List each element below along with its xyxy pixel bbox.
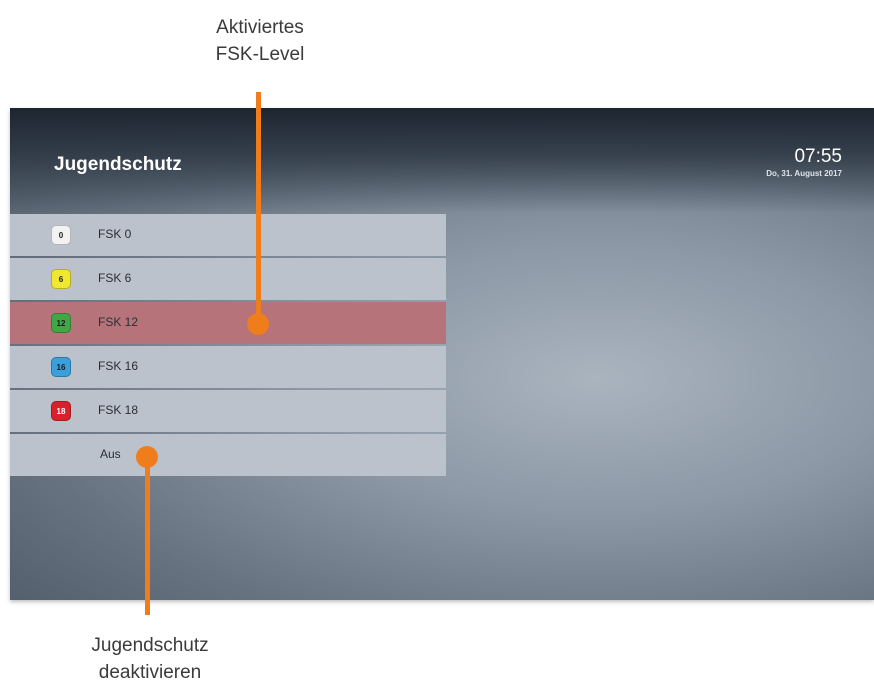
fsk-6-icon: 6: [51, 269, 71, 289]
callout-line-off: [145, 455, 150, 615]
callout-line-active: [256, 92, 261, 322]
menu-item-label: FSK 0: [98, 227, 132, 241]
fsk-12-icon: 12: [51, 313, 71, 333]
fsk-0-icon: 0: [51, 225, 71, 245]
menu-item-fsk-0[interactable]: 0 FSK 0: [10, 214, 446, 256]
menu-item-fsk-6[interactable]: 6 FSK 6: [10, 258, 446, 300]
fsk-16-icon: 16: [51, 357, 71, 377]
menu-item-label: FSK 6: [98, 271, 132, 285]
clock-time: 07:55: [794, 146, 842, 167]
menu-item-fsk-18[interactable]: 18 FSK 18: [10, 390, 446, 432]
menu-item-fsk-16[interactable]: 16 FSK 16: [10, 346, 446, 388]
menu-item-label: FSK 16: [98, 359, 139, 373]
fsk-menu: 0 FSK 0 6 FSK 6 12 FSK 12 16 FSK 16 18 F…: [10, 214, 446, 478]
menu-item-off[interactable]: Aus: [10, 434, 446, 476]
menu-item-label: FSK 18: [98, 403, 139, 417]
callout-dot-active: [247, 313, 269, 335]
annotation-disable: Jugendschutz deaktivieren: [40, 632, 260, 686]
menu-item-label: FSK 12: [98, 315, 139, 329]
callout-dot-off: [136, 446, 158, 468]
annotation-disable-line1: Jugendschutz: [91, 635, 209, 656]
annotation-active-fsk-line1: Aktiviertes: [216, 17, 304, 38]
annotation-active-fsk: Aktiviertes FSK-Level: [150, 14, 370, 68]
page-title: Jugendschutz: [54, 154, 182, 175]
menu-item-label: Aus: [100, 447, 121, 461]
clock-date: Do, 31. August 2017: [766, 169, 842, 178]
tv-screen: Jugendschutz 07:55 Do, 31. August 2017 0…: [10, 108, 874, 600]
annotation-active-fsk-line2: FSK-Level: [215, 44, 305, 65]
menu-item-fsk-12[interactable]: 12 FSK 12: [10, 302, 446, 344]
annotation-disable-line2: deaktivieren: [98, 662, 202, 683]
fsk-18-icon: 18: [51, 401, 71, 421]
